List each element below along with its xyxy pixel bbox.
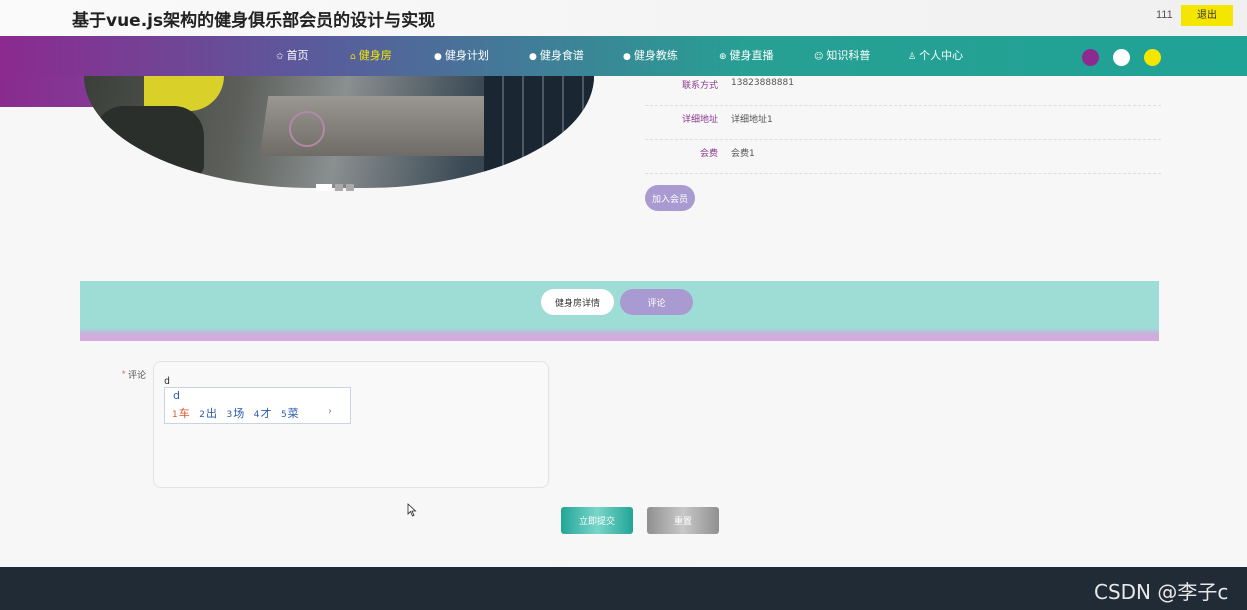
gym-image-carousel[interactable] <box>84 76 594 188</box>
required-mark: * <box>122 369 126 379</box>
username[interactable]: 111 <box>1156 9 1173 21</box>
ime-candidate[interactable]: 4才 <box>254 407 272 420</box>
theme-yellow-dot[interactable] <box>1144 49 1161 66</box>
nav-item-coach[interactable]: ● 健身教练 <box>623 36 678 76</box>
comment-label: 评论 <box>128 371 147 381</box>
info-icon: ● <box>529 52 537 62</box>
ime-candidate[interactable]: 2出 <box>199 407 217 420</box>
user-icon: ♙ <box>908 52 917 62</box>
nav-item-home[interactable]: ✩ 首页 <box>276 36 309 76</box>
carousel-indicator[interactable] <box>316 184 332 191</box>
tab-strip: 健身房详情 评论 <box>80 281 1159 341</box>
info-value: 13823888881 <box>731 78 794 88</box>
ime-next-page-icon[interactable]: › <box>328 406 332 417</box>
info-label: 会费 <box>699 149 718 159</box>
info-row-address: 详细地址 详细地址1 <box>645 106 1161 140</box>
footer-notch-decoration <box>545 567 705 597</box>
top-bar: 基于vue.js架构的健身俱乐部会员的设计与实现 111 退出 <box>0 0 1247 36</box>
info-row-contact: 联系方式 13823888881 <box>645 72 1161 106</box>
main-nav: ✩ 首页 ⌂ 健身房 ● 健身计划 ● 健身食谱 ● 健身教练 ⊕ 健身直播 ☺ 知识科普 ♙… <box>0 36 1247 76</box>
nav-item-profile[interactable]: ♙ 个人中心 <box>908 36 963 76</box>
info-icon: ● <box>434 52 442 62</box>
theme-purple-dot[interactable] <box>1082 49 1099 66</box>
tab-comment[interactable]: 评论 <box>620 289 693 315</box>
submit-button[interactable]: 立即提交 <box>561 507 633 534</box>
photo-chair <box>94 106 204 176</box>
mouse-cursor-icon <box>407 503 417 517</box>
ime-composition: d <box>173 389 180 402</box>
gym-icon: ⌂ <box>350 52 356 62</box>
star-icon: ✩ <box>276 52 284 62</box>
info-row-fee: 会费 会费1 <box>645 140 1161 174</box>
carousel-indicators <box>316 178 357 196</box>
ime-candidate[interactable]: 1车 <box>172 407 190 420</box>
nav-item-live[interactable]: ⊕ 健身直播 <box>719 36 774 76</box>
ime-candidate-list: 1车 2出 3场 4才 5菜 <box>172 405 305 421</box>
carousel-indicator[interactable] <box>335 184 343 191</box>
info-label: 详细地址 <box>681 115 718 125</box>
photo-windows <box>484 76 594 188</box>
ime-candidate[interactable]: 5菜 <box>281 407 299 420</box>
csdn-watermark: CSDN @李子c <box>1094 580 1229 604</box>
theme-white-dot[interactable] <box>1113 49 1130 66</box>
comment-textarea[interactable]: d <box>153 361 549 488</box>
info-value: 会费1 <box>731 149 755 159</box>
nav-item-recipe[interactable]: ● 健身食谱 <box>529 36 584 76</box>
reset-button[interactable]: 重置 <box>647 507 719 534</box>
site-title: 基于vue.js架构的健身俱乐部会员的设计与实现 <box>72 11 436 31</box>
photo-logo <box>289 111 325 147</box>
nav-item-gym[interactable]: ⌂ 健身房 <box>350 36 392 76</box>
logout-button[interactable]: 退出 <box>1181 5 1233 26</box>
ime-candidate[interactable]: 3场 <box>226 407 244 420</box>
nav-item-knowledge[interactable]: ☺ 知识科普 <box>814 36 870 76</box>
carousel-indicator[interactable] <box>346 184 354 191</box>
tab-gym-detail[interactable]: 健身房详情 <box>541 289 614 315</box>
plus-circle-icon: ⊕ <box>719 52 727 62</box>
nav-item-plan[interactable]: ● 健身计划 <box>434 36 489 76</box>
ime-candidate-popup: d 1车 2出 3场 4才 5菜 › <box>164 387 351 424</box>
smile-icon: ☺ <box>814 52 824 62</box>
info-icon: ● <box>623 52 631 62</box>
join-member-button[interactable]: 加入会员 <box>645 185 695 211</box>
info-value: 详细地址1 <box>731 115 773 125</box>
info-label: 联系方式 <box>681 81 718 91</box>
